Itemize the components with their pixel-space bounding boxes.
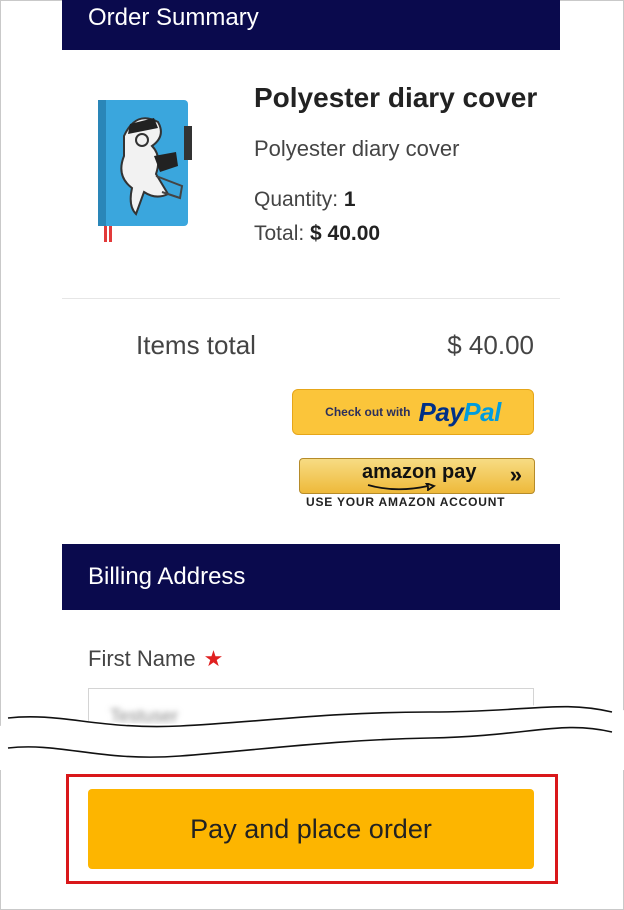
quantity-value: 1	[343, 188, 356, 211]
paypal-logo: PayPal	[418, 396, 502, 428]
total-value: $ 40.00	[310, 222, 381, 245]
product-title: Polyester diary cover	[254, 82, 538, 113]
total-label: Total:	[254, 222, 305, 245]
order-summary-title: Order Summary	[88, 4, 259, 31]
order-summary-header: Order Summary	[62, 0, 560, 50]
amazon-pay-button[interactable]: amazon pay »	[299, 458, 535, 494]
place-order-button[interactable]: Pay and place order	[88, 789, 534, 869]
first-name-label: First Name ★	[88, 646, 223, 672]
product-subtitle: Polyester diary cover	[254, 136, 460, 161]
quantity-line: Quantity: 1	[254, 188, 356, 212]
paypal-logo-pay: Pay	[418, 396, 464, 427]
billing-address-title: Billing Address	[88, 563, 246, 590]
paypal-logo-pal: Pal	[463, 396, 501, 427]
paypal-checkout-button[interactable]: Check out with PayPal	[292, 389, 534, 435]
billing-address-header: Billing Address	[62, 544, 560, 610]
amazon-pay-label: amazon pay	[362, 461, 477, 483]
summary-divider	[62, 298, 560, 299]
items-total-label: Items total	[136, 330, 256, 360]
amazon-account-caption: USE YOUR AMAZON ACCOUNT	[306, 495, 506, 509]
quantity-label: Quantity:	[254, 188, 339, 211]
total-line: Total: $ 40.00	[254, 222, 380, 246]
amazon-smile-icon	[367, 483, 436, 491]
page-break-wave	[0, 704, 624, 770]
product-image	[98, 100, 192, 242]
required-star-icon: ★	[203, 646, 224, 671]
first-name-label-text: First Name	[88, 646, 196, 671]
amazon-chevron-icon: »	[509, 462, 522, 487]
paypal-caption: Check out with	[325, 405, 411, 419]
items-total-value: $ 40.00	[447, 330, 534, 360]
